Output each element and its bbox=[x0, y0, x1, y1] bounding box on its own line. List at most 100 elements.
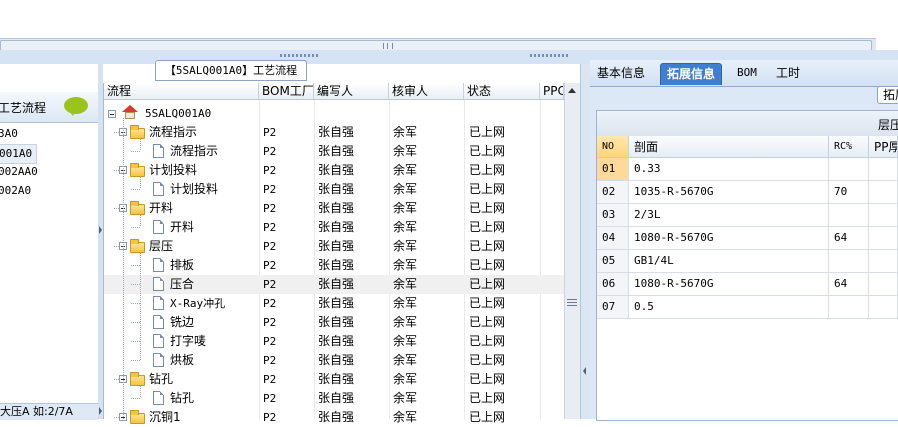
column-header-status[interactable]: 状态 bbox=[464, 83, 540, 100]
tab-bom[interactable]: BOM bbox=[731, 63, 763, 85]
cell-bom-factory: P2 bbox=[263, 126, 277, 139]
cell-bom-factory: P2 bbox=[263, 297, 277, 310]
left-list-item[interactable]: 002A0 bbox=[0, 182, 31, 200]
cell-status: 已上网 bbox=[469, 315, 506, 329]
vertical-scrollbar[interactable] bbox=[564, 83, 581, 419]
tree-node-label: 5SALQ001A0 bbox=[145, 107, 212, 120]
tree-row[interactable]: 计划投料 P2 张自强 余军 已上网 bbox=[104, 161, 564, 180]
cell-writer: 张自强 bbox=[318, 410, 355, 424]
left-list-item[interactable]: 002AA0 bbox=[0, 163, 38, 181]
folder-icon bbox=[130, 125, 145, 139]
layer-row[interactable]: 05 GB1/4L bbox=[597, 250, 898, 273]
cell-no: 05 bbox=[597, 250, 629, 272]
cell-writer: 张自强 bbox=[318, 296, 355, 310]
layer-row[interactable]: 01 0.33 bbox=[597, 158, 898, 181]
cell-status: 已上网 bbox=[469, 125, 506, 139]
folder-icon bbox=[130, 372, 145, 386]
left-list-item[interactable]: 3A0 bbox=[0, 125, 18, 143]
cell-bom-factory: P2 bbox=[263, 145, 277, 158]
tree-row[interactable]: 排板 P2 张自强 余军 已上网 bbox=[104, 256, 564, 275]
column-header-no[interactable]: NO bbox=[597, 136, 629, 158]
collapse-arrow-icon[interactable] bbox=[583, 367, 586, 375]
cell-reviewer: 余军 bbox=[393, 144, 418, 158]
process-tab-title[interactable]: 【5SALQ001A0】工艺流程 bbox=[155, 60, 307, 81]
tree-row[interactable]: 计划投料 P2 张自强 余军 已上网 bbox=[104, 180, 564, 199]
column-header-ppc[interactable]: PPC bbox=[540, 83, 564, 100]
cell-writer: 张自强 bbox=[318, 391, 355, 405]
chat-bubble-icon[interactable] bbox=[64, 97, 88, 116]
document-icon bbox=[153, 144, 164, 158]
splitter-grip-icon[interactable] bbox=[280, 54, 320, 57]
cell-rc: 70 bbox=[829, 181, 869, 203]
layer-row[interactable]: 02 1035-R-5670G 70 bbox=[597, 181, 898, 204]
tree-row[interactable]: 打字唛 P2 张自强 余军 已上网 bbox=[104, 332, 564, 351]
collapse-arrow-icon[interactable] bbox=[99, 226, 102, 234]
tree-row[interactable]: 铣边 P2 张自强 余军 已上网 bbox=[104, 313, 564, 332]
scrollbar-grip-icon bbox=[383, 43, 393, 49]
tree-node-label: 开料 bbox=[149, 201, 174, 215]
left-list-item[interactable]: 001A0 bbox=[0, 144, 38, 164]
tree-connector bbox=[131, 265, 140, 266]
tree-connector bbox=[131, 360, 140, 361]
tree-row[interactable]: 压合 P2 张自强 余军 已上网 bbox=[104, 275, 564, 294]
top-blank-area bbox=[0, 0, 898, 38]
column-header-section[interactable]: 剖面 bbox=[629, 136, 829, 158]
cell-pp-thickness bbox=[869, 227, 898, 249]
collapse-toggle-icon[interactable] bbox=[108, 110, 116, 118]
cell-pp-thickness bbox=[869, 158, 898, 180]
cell-rc: 64 bbox=[829, 273, 869, 295]
cell-status: 已上网 bbox=[469, 163, 506, 177]
column-header-rc[interactable]: RC% bbox=[829, 136, 869, 158]
tree-node-label: 铣边 bbox=[170, 315, 195, 329]
layer-row[interactable]: 07 0.5 bbox=[597, 296, 898, 319]
folder-icon bbox=[130, 239, 145, 253]
tree-connector bbox=[140, 253, 141, 360]
tree-row[interactable]: 流程指示 P2 张自强 余军 已上网 bbox=[104, 123, 564, 142]
cell-no: 07 bbox=[597, 296, 629, 318]
tab-work-hours[interactable]: 工时 bbox=[770, 63, 806, 85]
tab-extended-info[interactable]: 拓展信息 bbox=[660, 63, 723, 85]
tree-connector bbox=[140, 177, 141, 189]
layer-row[interactable]: 06 1080-R-5670G 64 bbox=[597, 273, 898, 296]
tree-node-label: 打字唛 bbox=[170, 334, 207, 348]
splitter-grip-icon[interactable] bbox=[530, 54, 570, 57]
cell-bom-factory: P2 bbox=[263, 392, 277, 405]
tree-row[interactable]: 沉铜1 P2 张自强 余军 已上网 bbox=[104, 408, 564, 427]
layer-row[interactable]: 03 2/3L bbox=[597, 204, 898, 227]
tree-row[interactable]: 钻孔 P2 张自强 余军 已上网 bbox=[104, 389, 564, 408]
scroll-up-arrow-icon[interactable] bbox=[568, 88, 576, 93]
cell-section: 0.33 bbox=[629, 158, 829, 180]
tab-basic-info[interactable]: 基本信息 bbox=[591, 63, 651, 85]
scrollbar-grip-icon[interactable] bbox=[567, 299, 577, 306]
collapse-arrow-icon[interactable] bbox=[99, 407, 102, 415]
cell-status: 已上网 bbox=[469, 239, 506, 253]
cell-section: 2/3L bbox=[629, 204, 829, 226]
column-header-bom-factory[interactable]: BOM工厂 bbox=[259, 83, 314, 100]
cell-reviewer: 余军 bbox=[393, 239, 418, 253]
column-header-pp-thickness[interactable]: PP厚 bbox=[869, 136, 898, 158]
tree-row[interactable]: 烘板 P2 张自强 余军 已上网 bbox=[104, 351, 564, 370]
tree-node-label: 钻孔 bbox=[170, 391, 195, 405]
tree-row[interactable]: 流程指示 P2 张自强 余军 已上网 bbox=[104, 142, 564, 161]
tree-row[interactable]: 开料 P2 张自强 余军 已上网 bbox=[104, 218, 564, 237]
tree-row[interactable]: 开料 P2 张自强 余军 已上网 bbox=[104, 199, 564, 218]
tree-row[interactable]: X-Ray冲孔 P2 张自强 余军 已上网 bbox=[104, 294, 564, 313]
expand-button[interactable]: 拓展 bbox=[877, 86, 898, 104]
document-icon bbox=[153, 258, 164, 272]
tree-row[interactable]: 5SALQ001A0 bbox=[104, 104, 564, 123]
tree-row[interactable]: 层压 P2 张自强 余军 已上网 bbox=[104, 237, 564, 256]
layer-row[interactable]: 04 1080-R-5670G 64 bbox=[597, 227, 898, 250]
cell-status: 已上网 bbox=[469, 391, 506, 405]
cell-status: 已上网 bbox=[469, 182, 506, 196]
tree-connector bbox=[123, 118, 124, 419]
cell-bom-factory: P2 bbox=[263, 183, 277, 196]
tree-connector bbox=[131, 189, 140, 190]
tree-connector bbox=[131, 284, 140, 285]
tree-row[interactable]: 钻孔 P2 张自强 余军 已上网 bbox=[104, 370, 564, 389]
cell-reviewer: 余军 bbox=[393, 334, 418, 348]
column-header-writer[interactable]: 编写人 bbox=[314, 83, 389, 100]
cell-reviewer: 余军 bbox=[393, 258, 418, 272]
column-header-process[interactable]: 流程 bbox=[104, 83, 259, 100]
column-header-reviewer[interactable]: 核审人 bbox=[389, 83, 464, 100]
cell-pp-thickness bbox=[869, 296, 898, 318]
